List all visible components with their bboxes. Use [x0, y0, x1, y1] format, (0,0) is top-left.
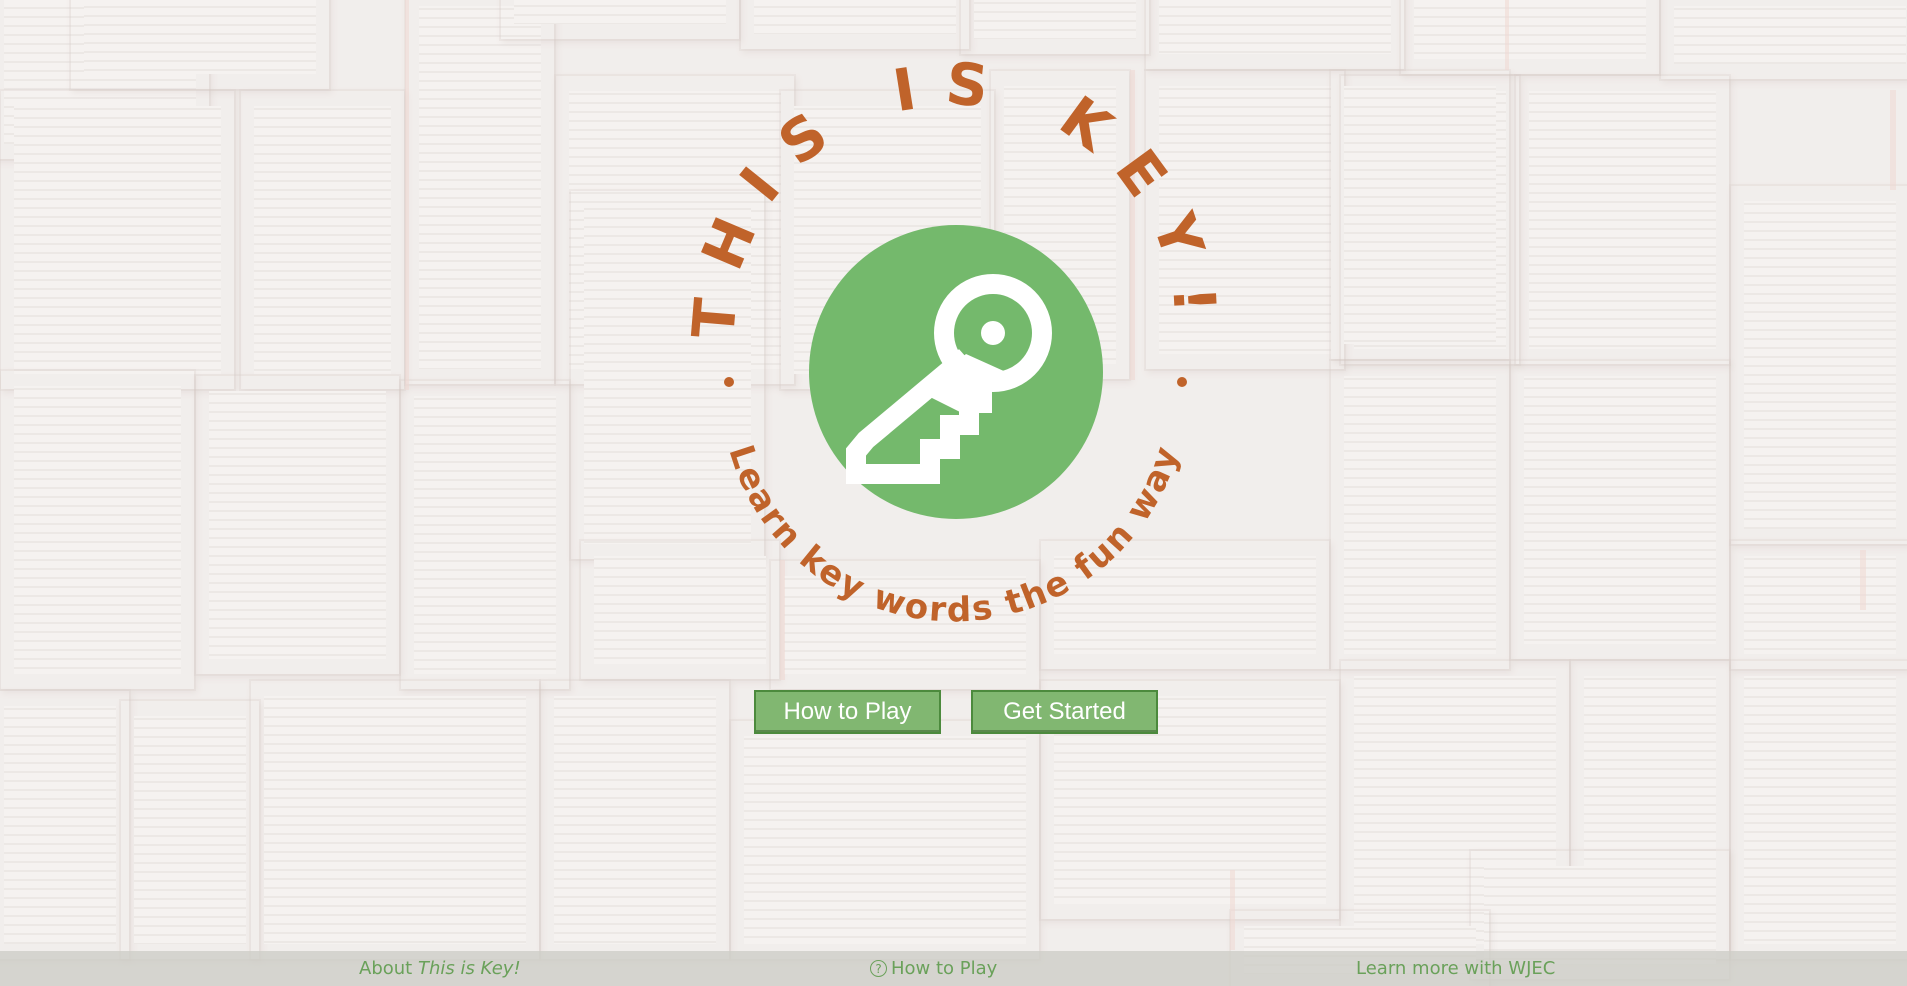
- about-title: This is Key!: [417, 958, 521, 979]
- logo-dot-right: [1177, 377, 1187, 387]
- footer-how-to-play-link[interactable]: ? How to Play: [870, 958, 997, 979]
- main-actions: How to Play Get Started: [0, 690, 1907, 736]
- help-icon: ?: [870, 960, 887, 977]
- logo-dot-left: [724, 377, 734, 387]
- footer-how-to-play-label: How to Play: [891, 958, 998, 979]
- home-screen: THIS IS KEY! Learn key words the fun way…: [0, 0, 1907, 986]
- logo: THIS IS KEY! Learn key words the fun way: [0, 0, 1907, 986]
- footer: About This is Key! ? How to Play Learn mo…: [0, 951, 1907, 986]
- how-to-play-button[interactable]: How to Play: [754, 690, 941, 734]
- about-prefix: About: [359, 958, 418, 979]
- logo-graphic: THIS IS KEY! Learn key words the fun way: [679, 49, 1204, 631]
- learn-more-link[interactable]: Learn more with WJEC: [1356, 958, 1555, 979]
- about-link[interactable]: About This is Key!: [359, 958, 521, 979]
- get-started-button[interactable]: Get Started: [971, 690, 1158, 734]
